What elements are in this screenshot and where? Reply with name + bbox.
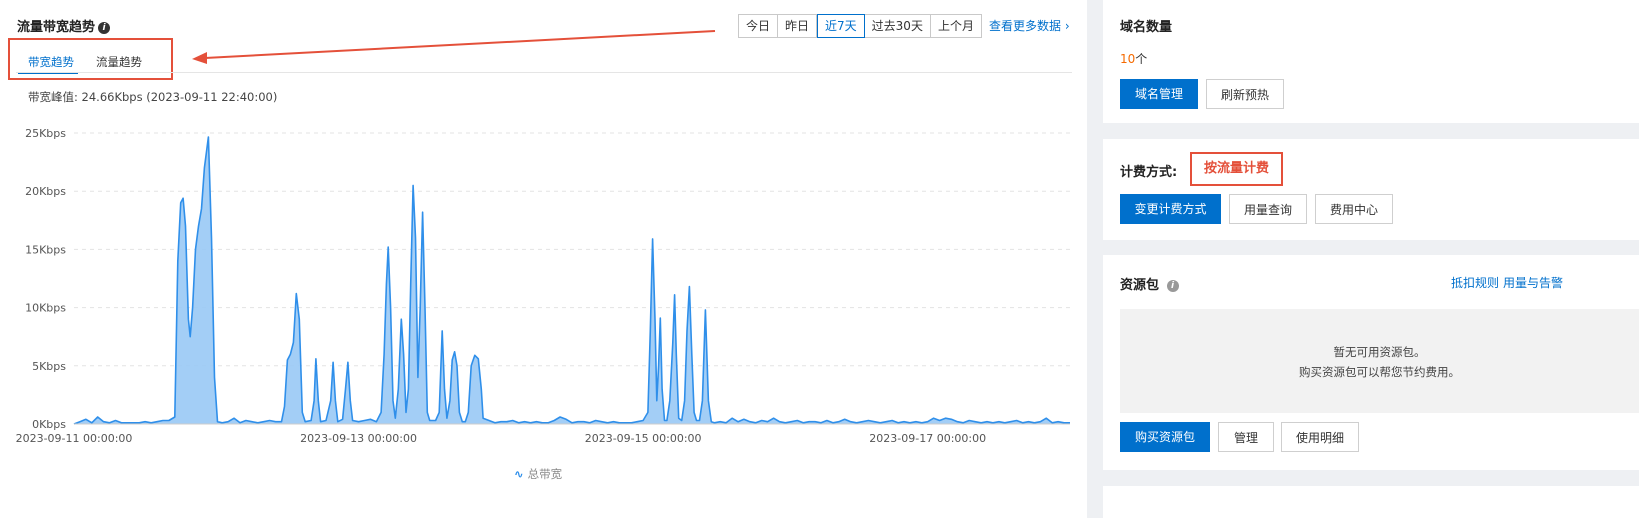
y-tick-label: 10Kbps [25, 302, 66, 315]
bandwidth-panel: 流量带宽趋势 i 今日 昨日 近7天 过去30天 上个月 查看更多数据 › 带宽趋… [0, 0, 1087, 518]
domain-count-unit: 个 [1135, 52, 1148, 66]
buy-package-button[interactable]: 购买资源包 [1120, 422, 1210, 452]
domain-count: 10个 [1120, 50, 1147, 67]
change-billing-button[interactable]: 变更计费方式 [1120, 194, 1221, 224]
y-tick-label: 20Kbps [25, 185, 66, 198]
domain-count-number: 10 [1120, 52, 1136, 66]
x-tick-label: 2023-09-11 00:00:00 [16, 432, 133, 445]
empty-line-2: 购买资源包可以帮您节约费用。 [1299, 365, 1460, 379]
next-card-stub [1103, 486, 1639, 518]
package-card-title: 资源包 i [1120, 274, 1179, 293]
billing-method-value: 按流量计费 [1190, 152, 1283, 186]
package-title-text: 资源包 [1120, 278, 1160, 293]
annotation-arrow [192, 30, 716, 64]
y-tick-label: 25Kbps [25, 127, 66, 140]
domain-manage-button[interactable]: 域名管理 [1120, 79, 1198, 109]
chart-legend[interactable]: ∿ 总带宽 [514, 466, 562, 482]
y-tick-label: 15Kbps [25, 243, 66, 256]
usage-detail-button[interactable]: 使用明细 [1281, 422, 1359, 452]
series-line-icon: ∿ [514, 467, 524, 481]
billing-label: 计费方式: [1120, 165, 1178, 180]
domain-card: 域名数量 10个 域名管理 刷新预热 [1103, 0, 1639, 123]
package-manage-button[interactable]: 管理 [1218, 422, 1274, 452]
legend-label: 总带宽 [527, 467, 563, 481]
fee-center-button[interactable]: 费用中心 [1315, 194, 1393, 224]
usage-alert-link[interactable]: 用量与告警 [1503, 274, 1563, 291]
x-tick-label: 2023-09-17 00:00:00 [869, 432, 986, 445]
x-tick-label: 2023-09-15 00:00:00 [585, 432, 702, 445]
series-area [74, 137, 1070, 424]
y-tick-label: 5Kbps [32, 360, 66, 373]
series-line [73, 136, 1070, 425]
billing-card: 计费方式: 按流量计费 变更计费方式 用量查询 费用中心 [1103, 139, 1639, 240]
empty-line-1: 暂无可用资源包。 [1333, 345, 1426, 359]
empty-package-box: 暂无可用资源包。 购买资源包可以帮您节约费用。 [1120, 309, 1639, 413]
deduction-rules-link[interactable]: 抵扣规则 [1451, 274, 1499, 291]
y-tick-label: 0Kbps [32, 418, 66, 431]
resource-package-card: 资源包 i 抵扣规则 用量与告警 暂无可用资源包。 购买资源包可以帮您节约费用。… [1103, 255, 1639, 470]
usage-query-button[interactable]: 用量查询 [1229, 194, 1307, 224]
domain-card-title: 域名数量 [1120, 20, 1173, 35]
refresh-preheat-button[interactable]: 刷新预热 [1206, 79, 1284, 109]
info-icon[interactable]: i [1166, 279, 1179, 292]
x-tick-label: 2023-09-13 00:00:00 [300, 432, 417, 445]
